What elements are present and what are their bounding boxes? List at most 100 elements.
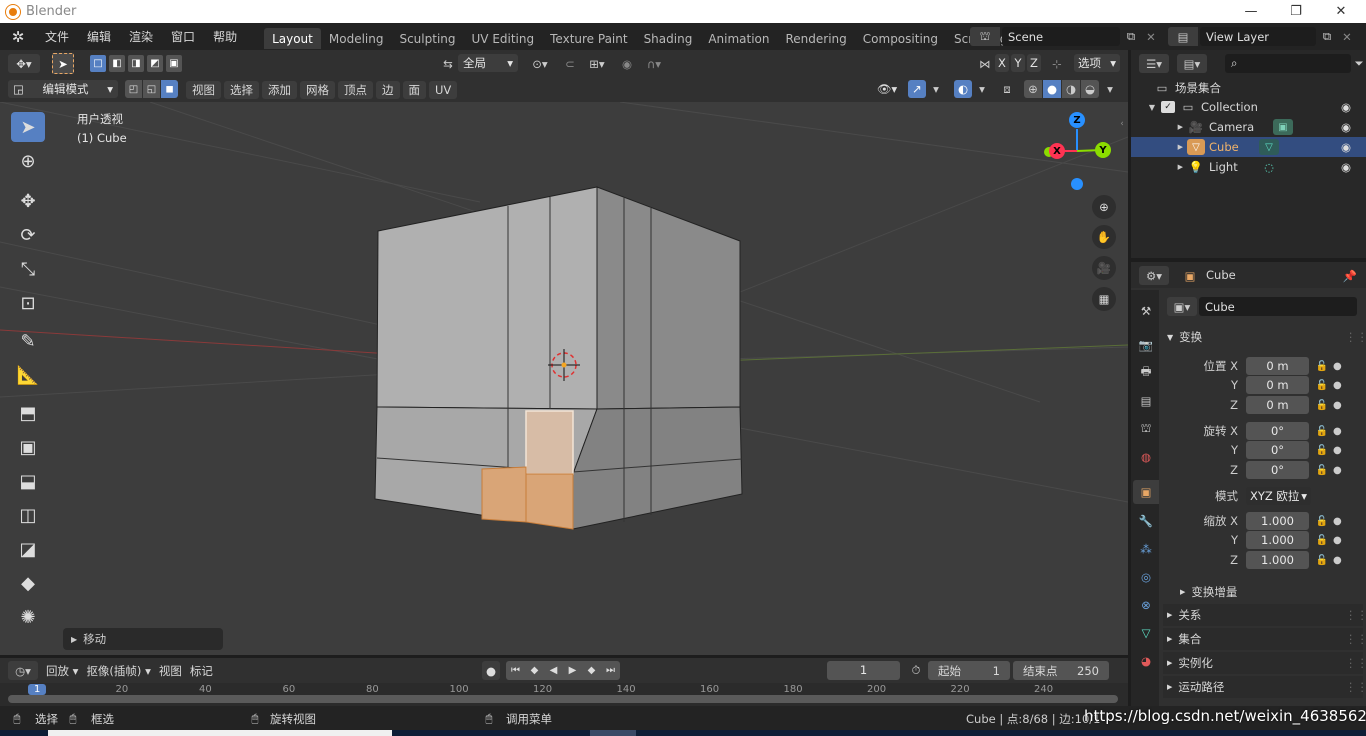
menu-view[interactable]: 视图 bbox=[186, 81, 221, 99]
options-dropdown[interactable]: 选项 ▾ bbox=[1074, 54, 1120, 72]
editor-type-icon[interactable]: ✥▾ bbox=[8, 54, 40, 73]
filter-icon[interactable]: ⏷ bbox=[1353, 54, 1365, 73]
render-tab-icon[interactable]: 📷 bbox=[1135, 334, 1157, 356]
keyframe-dot-icon[interactable]: ● bbox=[1333, 555, 1342, 566]
cursor-tool-icon[interactable]: ⊕ bbox=[11, 146, 45, 176]
menu-mesh[interactable]: 网格 bbox=[300, 81, 335, 99]
eye-icon[interactable]: ◉ bbox=[1341, 140, 1351, 154]
keyframe-dot-icon[interactable]: ● bbox=[1333, 445, 1342, 456]
taskbar-search-box[interactable] bbox=[48, 730, 392, 736]
location-y-field[interactable]: 0 m bbox=[1246, 376, 1309, 394]
rotation-y-field[interactable]: 0° bbox=[1246, 441, 1309, 459]
rotation-mode-dropdown[interactable]: XYZ 欧拉 ▾ bbox=[1246, 487, 1311, 505]
grid-perspective-icon[interactable]: ▦ bbox=[1092, 287, 1116, 311]
timeline-scrollbar[interactable] bbox=[8, 695, 1118, 703]
transform-orientation-dropdown[interactable]: 全局 ▾ bbox=[458, 54, 518, 72]
object-datablock-icon[interactable]: ▣▾ bbox=[1167, 297, 1197, 316]
chevron-down-icon[interactable]: ▾ bbox=[1102, 80, 1118, 98]
drag-handle-icon[interactable]: ⋮⋮ bbox=[1345, 608, 1366, 622]
mesh-data-icon[interactable]: ▽ bbox=[1259, 139, 1279, 155]
collapse-icon[interactable]: ▼ bbox=[1131, 103, 1155, 112]
lock-icon[interactable]: 🔓 bbox=[1315, 465, 1329, 476]
lock-icon[interactable]: 🔓 bbox=[1315, 400, 1329, 411]
pin-icon[interactable]: 📌 bbox=[1341, 266, 1359, 285]
tool-tab-icon[interactable]: ⚒ bbox=[1135, 300, 1157, 322]
mirror-x-toggle[interactable]: X bbox=[995, 54, 1009, 72]
jump-start-icon[interactable]: ⏮ bbox=[506, 661, 525, 680]
menu-render[interactable]: 渲染 bbox=[120, 28, 162, 45]
rotate-tool-icon[interactable]: ⟳ bbox=[11, 220, 45, 250]
maximize-button[interactable]: ❐ bbox=[1273, 0, 1319, 23]
shading-material-icon[interactable]: ◑ bbox=[1062, 80, 1080, 98]
view-layer-tab-icon[interactable]: ▤ bbox=[1135, 390, 1157, 412]
gizmo-toggle-icon[interactable]: ↗ bbox=[908, 80, 926, 98]
poly-build-tool-icon[interactable]: ◆ bbox=[11, 568, 45, 598]
falloff-icon[interactable]: ∩▾ bbox=[640, 54, 668, 73]
bevel-tool-icon[interactable]: ⬓ bbox=[11, 466, 45, 496]
menu-select[interactable]: 选择 bbox=[224, 81, 259, 99]
proportional-edit-icon[interactable]: ◉ bbox=[618, 54, 636, 73]
keyframe-dot-icon[interactable]: ● bbox=[1333, 361, 1342, 372]
expand-icon[interactable]: ▶ bbox=[1131, 143, 1183, 151]
select-mode-new-icon[interactable]: □ bbox=[90, 55, 106, 72]
vertex-select-icon[interactable]: ◰ bbox=[125, 80, 142, 98]
transform-panel-header[interactable]: ▼ 变换 ⋮⋮ bbox=[1163, 326, 1366, 348]
data-tab-icon[interactable]: ▽ bbox=[1135, 622, 1157, 644]
menu-add[interactable]: 添加 bbox=[262, 81, 297, 99]
lock-icon[interactable]: 🔓 bbox=[1315, 555, 1329, 566]
outliner-item-collection[interactable]: ▼ ✓ ▭ Collection ◉ bbox=[1131, 97, 1366, 117]
loop-cut-tool-icon[interactable]: ◫ bbox=[11, 500, 45, 530]
mode-dropdown[interactable]: ◲ 编辑模式 ▾ bbox=[8, 80, 118, 98]
eye-icon[interactable]: ◉ bbox=[1341, 160, 1351, 174]
end-frame-field[interactable]: 结束点 250 bbox=[1013, 661, 1109, 680]
lock-icon[interactable]: 🔓 bbox=[1315, 516, 1329, 527]
scene-tab-icon[interactable]: ⛫ bbox=[1135, 418, 1157, 440]
expand-icon[interactable]: ▶ bbox=[1131, 123, 1183, 131]
drag-handle-icon[interactable]: ⋮⋮ bbox=[1345, 680, 1366, 694]
menu-face[interactable]: 面 bbox=[402, 81, 426, 99]
xray-icon[interactable]: ⧈ bbox=[998, 80, 1016, 98]
menu-help[interactable]: 帮助 bbox=[204, 28, 246, 45]
menu-edge[interactable]: 边 bbox=[376, 81, 400, 99]
outliner-item-light[interactable]: ▶ 💡 Light ◌ ◉ bbox=[1131, 157, 1366, 177]
3d-viewport[interactable]: Z X Y ⊕ ✋ 🎥 ▦ 用户透视 (1) Cube ▶ 移动 ‹ bbox=[0, 102, 1128, 655]
transform-tool-icon[interactable]: ⊡ bbox=[11, 288, 45, 318]
material-tab-icon[interactable]: ◕ bbox=[1135, 650, 1157, 672]
shading-wireframe-icon[interactable]: ⊕ bbox=[1024, 80, 1042, 98]
current-frame-field[interactable]: 1 bbox=[827, 661, 900, 680]
tab-sculpting[interactable]: Sculpting bbox=[391, 28, 463, 49]
tab-modeling[interactable]: Modeling bbox=[321, 28, 392, 49]
menu-file[interactable]: 文件 bbox=[36, 28, 78, 45]
outliner-item-cube[interactable]: ▶ ▽ Cube ▽ ◉ bbox=[1131, 137, 1366, 157]
light-data-icon[interactable]: ◌ bbox=[1261, 159, 1277, 175]
eye-icon[interactable]: ◉ bbox=[1341, 100, 1351, 114]
mirror-icon[interactable]: ⋈ bbox=[976, 54, 994, 73]
extrude-tool-icon[interactable]: ⬒ bbox=[11, 398, 45, 428]
properties-editor-icon[interactable]: ⚙▾ bbox=[1139, 266, 1169, 285]
jump-end-icon[interactable]: ⏭ bbox=[601, 661, 620, 680]
stopwatch-icon[interactable]: ⏱ bbox=[906, 661, 926, 680]
select-mode-intersect-icon[interactable]: ▣ bbox=[166, 55, 182, 72]
blender-menu-icon[interactable]: ✲ bbox=[0, 28, 36, 46]
scale-y-field[interactable]: 1.000 bbox=[1246, 531, 1309, 549]
drag-handle-icon[interactable]: ⋮⋮ bbox=[1345, 656, 1366, 670]
tab-animation[interactable]: Animation bbox=[700, 28, 777, 49]
scene-name-field[interactable]: Scene bbox=[1002, 27, 1120, 46]
gizmo-z[interactable]: Z bbox=[1069, 112, 1085, 128]
keyframe-dot-icon[interactable]: ● bbox=[1333, 400, 1342, 411]
menu-keying[interactable]: 抠像(插帧) ▾ bbox=[86, 663, 150, 679]
menu-edit[interactable]: 编辑 bbox=[78, 28, 120, 45]
menu-marker[interactable]: 标记 bbox=[190, 663, 213, 679]
shading-solid-icon[interactable]: ● bbox=[1043, 80, 1061, 98]
face-select-icon[interactable]: ◼ bbox=[161, 80, 178, 98]
gizmo-x[interactable]: X bbox=[1049, 143, 1065, 159]
tab-compositing[interactable]: Compositing bbox=[855, 28, 946, 49]
menu-uv[interactable]: UV bbox=[429, 81, 458, 99]
overlays-icon[interactable]: ◐ bbox=[954, 80, 972, 98]
scene-icon[interactable]: ⛫ bbox=[970, 27, 1000, 46]
menu-window[interactable]: 窗口 bbox=[162, 28, 204, 45]
measure-tool-icon[interactable]: 📐 bbox=[11, 360, 45, 390]
delta-transform-subpanel[interactable]: ▶ 变换增量 bbox=[1176, 581, 1363, 603]
sidebar-toggle-icon[interactable]: ‹ bbox=[1116, 116, 1128, 132]
zoom-icon[interactable]: ⊕ bbox=[1092, 195, 1116, 219]
